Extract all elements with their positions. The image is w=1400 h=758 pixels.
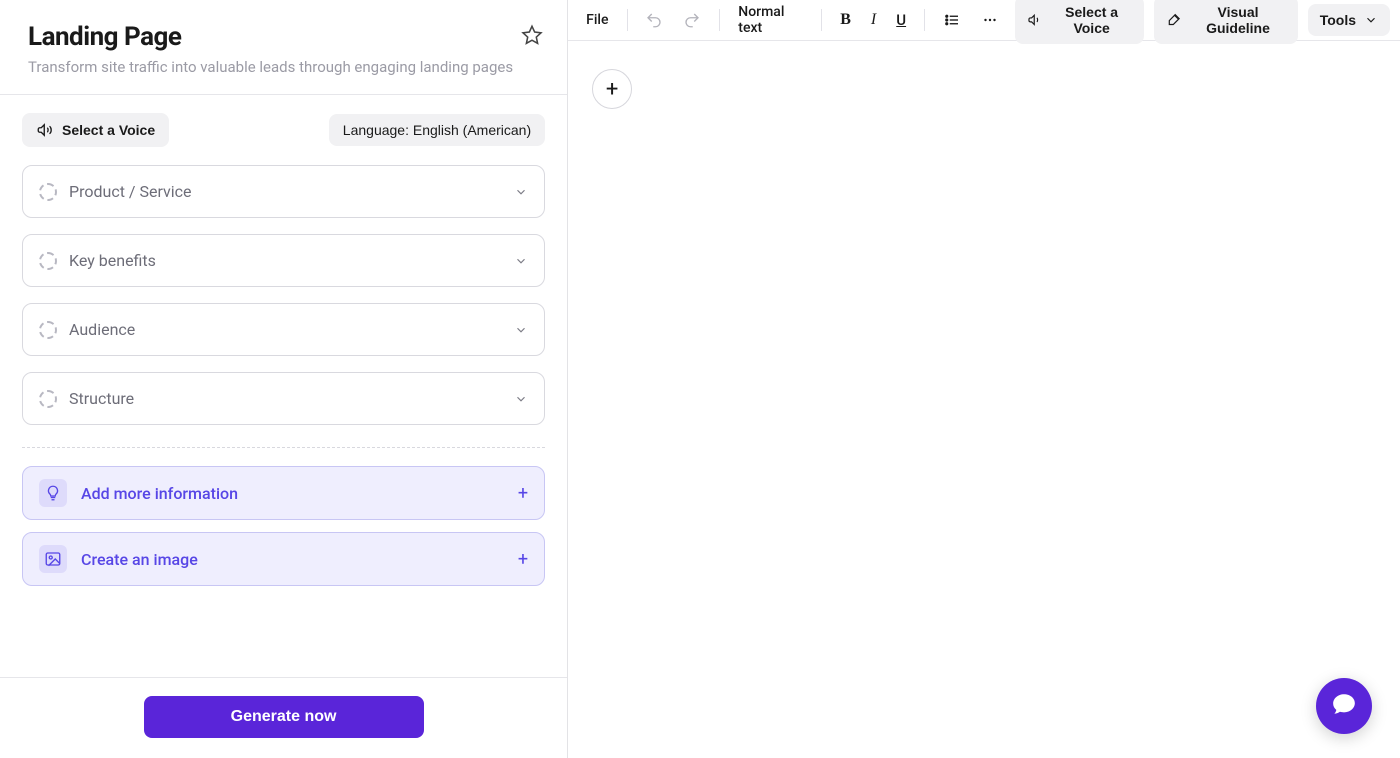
underline-button[interactable]: U: [888, 5, 914, 35]
text-style-dropdown[interactable]: Normal text: [730, 0, 811, 42]
plus-icon: +: [518, 549, 528, 570]
file-label: File: [586, 12, 608, 28]
guideline-label: Visual Guideline: [1190, 4, 1285, 36]
separator: [627, 9, 628, 31]
field-key-benefits[interactable]: Key benefits: [22, 234, 545, 287]
chat-fab[interactable]: [1316, 678, 1372, 734]
chat-icon: [1331, 691, 1357, 721]
undo-button[interactable]: [637, 5, 671, 35]
italic-icon: I: [871, 11, 876, 29]
toolbar-voice-label: Select a Voice: [1051, 4, 1133, 36]
list-button[interactable]: [935, 5, 969, 35]
select-voice-button[interactable]: Select a Voice: [22, 113, 169, 147]
field-label: Structure: [69, 389, 134, 408]
list-icon: [943, 11, 961, 29]
plus-icon: +: [606, 77, 618, 102]
separator: [924, 9, 925, 31]
undo-icon: [645, 11, 663, 29]
bold-icon: B: [840, 11, 851, 29]
field-product-service[interactable]: Product / Service: [22, 165, 545, 218]
chevron-down-icon: [1364, 13, 1378, 27]
star-icon[interactable]: [521, 24, 543, 46]
page-title: Landing Page: [28, 22, 181, 52]
text-style-label: Normal text: [738, 4, 803, 36]
config-body: Select a Voice Language: English (Americ…: [0, 95, 567, 677]
add-more-info-button[interactable]: Add more information +: [22, 466, 545, 520]
config-header: Landing Page Transform site traffic into…: [0, 0, 567, 95]
chevron-down-icon: [514, 185, 528, 199]
config-panel: Landing Page Transform site traffic into…: [0, 0, 568, 758]
field-audience[interactable]: Audience: [22, 303, 545, 356]
redo-button[interactable]: [675, 5, 709, 35]
field-label: Product / Service: [69, 182, 192, 201]
underline-icon: U: [896, 11, 906, 29]
visual-guideline-button[interactable]: Visual Guideline: [1154, 0, 1297, 44]
dashed-circle-icon: [39, 183, 57, 201]
image-icon: [39, 545, 67, 573]
select-voice-label: Select a Voice: [62, 122, 155, 138]
redo-icon: [683, 11, 701, 29]
language-pill[interactable]: Language: English (American): [329, 114, 545, 146]
editor-panel: File Normal text B I U: [568, 0, 1400, 758]
field-label: Audience: [69, 320, 135, 339]
lightbulb-icon: [39, 479, 67, 507]
editor-canvas[interactable]: +: [568, 41, 1400, 758]
page-subtitle: Transform site traffic into valuable lea…: [28, 58, 543, 76]
separator: [719, 9, 720, 31]
chevron-down-icon: [514, 254, 528, 268]
separator: [22, 447, 545, 448]
generate-button[interactable]: Generate now: [144, 696, 424, 738]
file-menu[interactable]: File: [578, 6, 616, 34]
more-icon: [981, 11, 999, 29]
field-structure[interactable]: Structure: [22, 372, 545, 425]
megaphone-icon: [36, 121, 54, 139]
dashed-circle-icon: [39, 390, 57, 408]
plus-icon: +: [518, 483, 528, 504]
bold-button[interactable]: B: [832, 5, 859, 35]
italic-button[interactable]: I: [863, 5, 884, 35]
toolbar-select-voice-button[interactable]: Select a Voice: [1015, 0, 1145, 44]
separator: [821, 9, 822, 31]
chevron-down-icon: [514, 323, 528, 337]
dashed-circle-icon: [39, 321, 57, 339]
tools-label: Tools: [1320, 12, 1356, 28]
editor-toolbar: File Normal text B I U: [568, 0, 1400, 41]
dashed-circle-icon: [39, 252, 57, 270]
megaphone-icon: [1027, 11, 1043, 29]
more-button[interactable]: [973, 5, 1007, 35]
config-footer: Generate now: [0, 677, 567, 758]
create-image-button[interactable]: Create an image +: [22, 532, 545, 586]
addon-label: Add more information: [81, 484, 238, 503]
addon-label: Create an image: [81, 550, 198, 569]
tools-dropdown[interactable]: Tools: [1308, 4, 1390, 36]
language-label: Language: English (American): [343, 122, 531, 138]
brush-icon: [1166, 11, 1182, 29]
chevron-down-icon: [514, 392, 528, 406]
add-block-button[interactable]: +: [592, 69, 632, 109]
field-label: Key benefits: [69, 251, 156, 270]
